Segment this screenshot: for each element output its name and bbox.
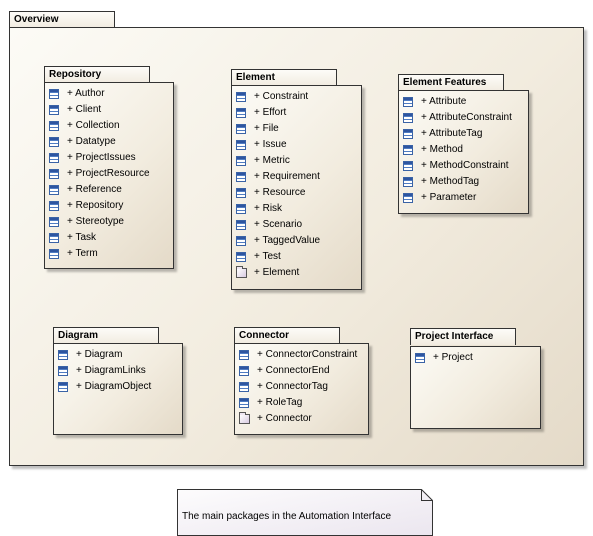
class-icon [236, 108, 246, 118]
class-icon [49, 217, 59, 227]
package-item-label: + Effort [254, 107, 287, 118]
package-item-label: + Collection [67, 120, 120, 131]
class-icon [236, 204, 246, 214]
class-icon [236, 140, 246, 150]
class-icon [58, 366, 68, 376]
package-item-label: + Constraint [254, 91, 309, 102]
package-body: + Diagram + DiagramLinks + DiagramObject [53, 343, 183, 435]
class-icon [236, 188, 246, 198]
package-body: + Constraint + Effort + File + Issue + Metri… [231, 85, 362, 290]
class-icon [58, 382, 68, 392]
package-body: + Author + Client + Collection + Datatype + … [44, 82, 174, 269]
class-icon [49, 233, 59, 243]
package-body: + Project [410, 346, 541, 429]
class-icon [49, 105, 59, 115]
class-icon [236, 236, 246, 246]
package-title: Element Features [398, 74, 504, 91]
package-item-label: + DiagramLinks [76, 365, 146, 376]
package-item-label: + Term [67, 248, 98, 259]
diagram-note[interactable]: The main packages in the Automation Inte… [177, 489, 433, 536]
class-icon [49, 169, 59, 179]
package-repository[interactable]: Repository + Author + Client + Collection +… [44, 66, 174, 269]
class-icon [49, 89, 59, 99]
package-item-label: + Diagram [76, 349, 123, 360]
class-icon [239, 350, 249, 360]
package-item-label: + RoleTag [257, 397, 303, 408]
package-item-label: + Element [254, 267, 300, 278]
package-item-label: + Project [433, 352, 473, 363]
class-icon [403, 161, 413, 171]
package-title: Diagram [53, 327, 159, 344]
class-icon [403, 97, 413, 107]
class-icon [49, 153, 59, 163]
package-item-label: + Method [421, 144, 463, 155]
package-item-label: + MethodConstraint [421, 160, 509, 171]
class-icon [49, 137, 59, 147]
class-icon [239, 398, 249, 408]
package-item-label: + ConnectorEnd [257, 365, 330, 376]
class-icon [403, 129, 413, 139]
package-item-label: + Parameter [421, 192, 477, 203]
package-title: Connector [234, 327, 340, 344]
class-icon [236, 124, 246, 134]
package-item-label: + ProjectIssues [67, 152, 136, 163]
package-connector[interactable]: Connector + ConnectorConstraint + Connect… [234, 327, 369, 435]
note-text: The main packages in the Automation Inte… [182, 511, 392, 522]
class-icon [49, 185, 59, 195]
class-icon [415, 353, 425, 363]
class-icon [239, 382, 249, 392]
overview-tab: Overview [9, 11, 115, 28]
package-item-label: + ProjectResource [67, 168, 150, 179]
package-icon [236, 266, 247, 278]
class-icon [236, 156, 246, 166]
package-item-label: + Issue [254, 139, 287, 150]
package-item-label: + AttributeConstraint [421, 112, 512, 123]
class-icon [236, 92, 246, 102]
package-item-label: + Risk [254, 203, 283, 214]
package-item-label: + Connector [257, 413, 312, 424]
package-item-label: + File [254, 123, 279, 134]
package-element-features[interactable]: Element Features + Attribute + AttributeC… [398, 74, 529, 214]
class-icon [49, 121, 59, 131]
class-icon [236, 220, 246, 230]
package-item-label: + ConnectorTag [257, 381, 328, 392]
package-element[interactable]: Element + Constraint + Effort + File + Issu… [231, 69, 362, 290]
package-item-label: + TaggedValue [254, 235, 321, 246]
package-item-label: + Repository [67, 200, 124, 211]
class-icon [403, 177, 413, 187]
package-icon [239, 412, 250, 424]
package-item-label: + Test [254, 251, 281, 262]
package-item-label: + Scenario [254, 219, 303, 230]
package-body: + ConnectorConstraint + ConnectorEnd + Con… [234, 343, 369, 435]
package-item-label: + AttributeTag [421, 128, 483, 139]
class-icon [236, 252, 246, 262]
package-item-label: + Task [67, 232, 96, 243]
package-diagram[interactable]: Diagram + Diagram + DiagramLinks + Diagram… [53, 327, 183, 435]
package-project-interface[interactable]: Project Interface + Project [410, 328, 541, 429]
package-item-label: + Resource [254, 187, 306, 198]
package-item-label: + Requirement [254, 171, 320, 182]
package-item-label: + Author [67, 88, 105, 99]
class-icon [239, 366, 249, 376]
package-item-label: + Attribute [421, 96, 467, 107]
package-item-label: + ConnectorConstraint [257, 349, 358, 360]
package-item-label: + MethodTag [421, 176, 480, 187]
package-title: Project Interface [410, 328, 516, 345]
package-body: + Attribute + AttributeConstraint + Attrib… [398, 90, 529, 214]
package-item-label: + Client [67, 104, 102, 115]
class-icon [49, 201, 59, 211]
package-item-label: + Stereotype [67, 216, 124, 227]
package-item-label: + Datatype [67, 136, 116, 147]
package-title: Element [231, 69, 337, 86]
package-item-label: + DiagramObject [76, 381, 152, 392]
package-item-label: + Reference [67, 184, 122, 195]
class-icon [58, 350, 68, 360]
class-icon [49, 249, 59, 259]
package-title: Repository [44, 66, 150, 83]
package-item-label: + Metric [254, 155, 290, 166]
class-icon [403, 113, 413, 123]
class-icon [403, 145, 413, 155]
class-icon [236, 172, 246, 182]
class-icon [403, 193, 413, 203]
